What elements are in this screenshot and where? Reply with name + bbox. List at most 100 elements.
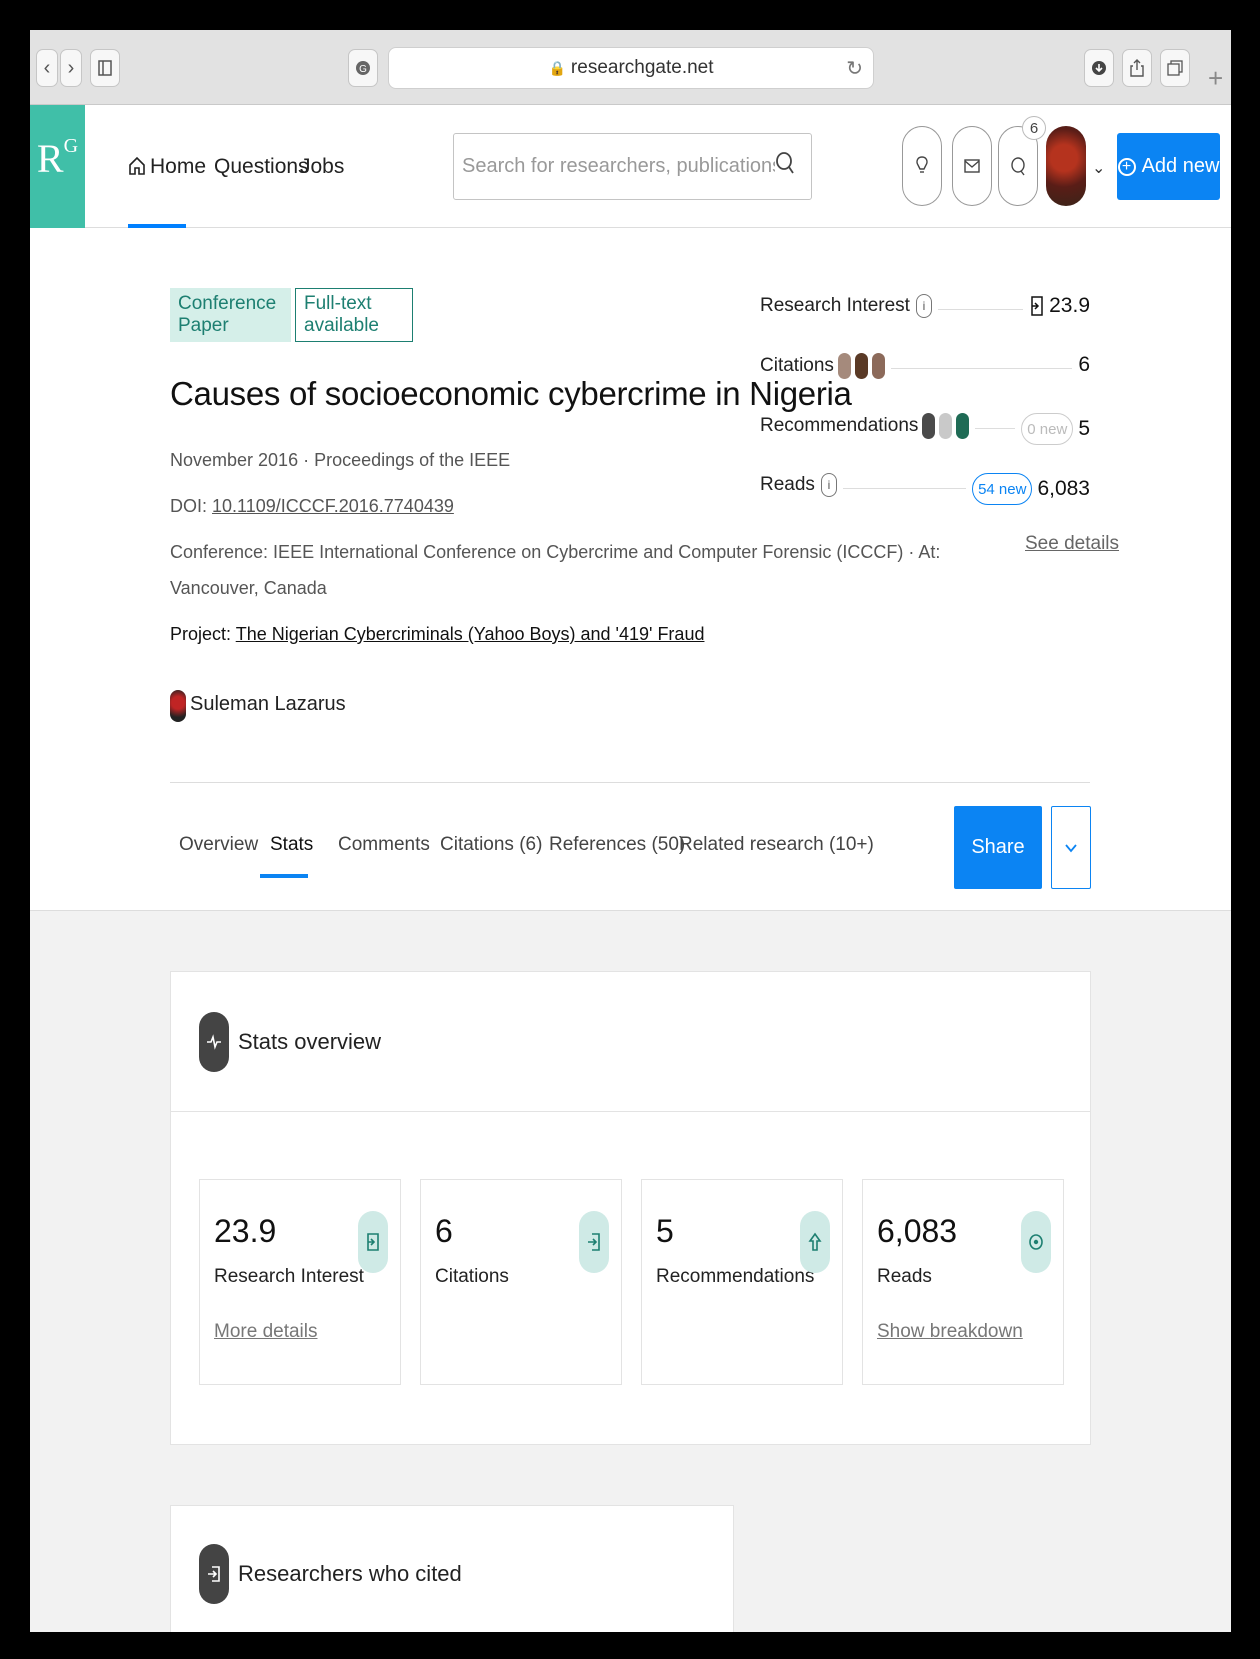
new-tab-icon[interactable]: + <box>1208 63 1223 94</box>
messages-icon[interactable] <box>952 126 992 206</box>
citations-label: Citations <box>760 355 834 377</box>
nav-home-label: Home <box>150 155 207 178</box>
download-icon[interactable] <box>1084 49 1114 87</box>
research-interest-label: Research Interest <box>760 295 910 317</box>
forward-icon[interactable]: › <box>60 49 82 87</box>
publication-doi: DOI: 10.1109/ICCCF.2016.7740439 <box>170 496 454 517</box>
stat-citations: Citations 6 <box>760 353 1090 383</box>
info-icon[interactable]: i <box>915 294 932 318</box>
researchers-who-cited-card: Researchers who cited <box>170 1505 734 1632</box>
stat-value: 6 <box>1072 353 1090 377</box>
svg-text:G: G <box>359 64 367 75</box>
tab-stats[interactable]: Stats <box>270 834 313 856</box>
researchgate-logo[interactable]: RG <box>30 105 85 228</box>
doi-link[interactable]: 10.1109/ICCCF.2016.7740439 <box>212 496 454 516</box>
plus-circle-icon: + <box>1117 157 1136 176</box>
add-new-label: Add new <box>1141 155 1220 177</box>
metric-label: Citations <box>435 1266 509 1287</box>
stat-value: 23.9 <box>1023 294 1090 318</box>
metric-research-interest: 23.9 Research Interest More details <box>199 1179 401 1385</box>
metric-citations: 6 Citations <box>420 1179 622 1385</box>
research-interest-icon <box>358 1211 388 1273</box>
section-divider <box>170 782 1090 783</box>
citer-avatar[interactable] <box>871 353 885 379</box>
tab-citations[interactable]: Citations (6) <box>440 834 542 856</box>
add-new-button[interactable]: + Add new <box>1117 133 1220 200</box>
project-prefix: Project: <box>170 624 236 644</box>
see-details-link[interactable]: See details <box>1025 533 1119 555</box>
stats-section: Stats overview 23.9 Research Interest Mo… <box>30 910 1231 1632</box>
activity-icon <box>199 1012 229 1072</box>
nav-questions[interactable]: Questions <box>214 155 309 179</box>
stat-value: 0 new 5 <box>1015 413 1090 445</box>
more-details-link[interactable]: More details <box>214 1321 318 1343</box>
logo-sup: G <box>63 135 79 157</box>
notification-badge: 6 <box>1022 116 1046 140</box>
nav-home[interactable]: Home <box>128 155 206 179</box>
browser-toolbar: ‹ › G 🔒 researchgate.net ↻ + <box>30 30 1231 105</box>
nav-jobs[interactable]: Jobs <box>300 155 344 179</box>
stat-label: Citations <box>760 353 891 379</box>
share-page-icon[interactable] <box>1122 49 1152 87</box>
url-text: researchgate.net <box>570 57 714 78</box>
search-icon[interactable] <box>775 151 795 182</box>
stat-label: Recommendations <box>760 413 976 439</box>
tab-references[interactable]: References (50) <box>549 834 685 856</box>
browser-window: ‹ › G 🔒 researchgate.net ↻ + RG Home Que… <box>30 30 1231 1632</box>
tab-related-research[interactable]: Related research (10+) <box>679 834 874 856</box>
url-bar[interactable]: 🔒 researchgate.net ↻ <box>388 47 874 89</box>
chevron-down-icon <box>1065 843 1077 852</box>
lock-icon: 🔒 <box>548 59 566 76</box>
sidebar-toggle-icon[interactable] <box>90 49 120 87</box>
recommendations-value: 5 <box>1078 417 1090 440</box>
reload-icon[interactable]: ↻ <box>846 56 863 81</box>
author-name[interactable]: Suleman Lazarus <box>190 693 346 716</box>
search-input[interactable] <box>462 155 775 178</box>
lightbulb-icon[interactable] <box>902 126 942 206</box>
citer-avatar[interactable] <box>854 353 868 379</box>
fulltext-badge[interactable]: Full-text available <box>295 288 413 342</box>
share-button[interactable]: Share <box>954 806 1042 889</box>
tab-overview[interactable]: Overview <box>179 834 258 856</box>
metric-recommendations: 5 Recommendations <box>641 1179 843 1385</box>
metric-label: Recommendations <box>656 1266 815 1287</box>
tabs-overview-icon[interactable] <box>1160 49 1190 87</box>
chevron-down-icon[interactable]: ⌄ <box>1092 158 1105 178</box>
recommender-avatar[interactable] <box>922 413 936 439</box>
metric-label: Research Interest <box>214 1266 364 1287</box>
eye-icon <box>1021 1211 1051 1273</box>
metric-value: 5 <box>656 1213 674 1249</box>
show-breakdown-link[interactable]: Show breakdown <box>877 1321 1023 1343</box>
author-avatar[interactable] <box>170 690 186 722</box>
research-interest-value: 23.9 <box>1049 294 1090 317</box>
back-icon[interactable]: ‹ <box>36 49 58 87</box>
doi-prefix: DOI: <box>170 496 213 516</box>
info-icon[interactable]: i <box>820 473 837 497</box>
recommender-avatar[interactable] <box>956 413 970 439</box>
project-link[interactable]: The Nigerian Cybercriminals (Yahoo Boys)… <box>236 624 705 644</box>
recommendations-label: Recommendations <box>760 415 919 437</box>
stat-value: 54 new 6,083 <box>966 473 1090 505</box>
extension-icon[interactable]: G <box>348 49 378 87</box>
tab-comments[interactable]: Comments <box>338 834 430 856</box>
publication-type-badge: Conference Paper <box>170 288 291 342</box>
stats-overview-card: Stats overview 23.9 Research Interest Mo… <box>170 971 1091 1445</box>
recommendations-new-badge: 0 new <box>1021 413 1074 445</box>
card-divider <box>171 1111 1090 1112</box>
reads-label: Reads <box>760 474 815 496</box>
stat-research-interest: Research Interest i 23.9 <box>760 294 1090 324</box>
metric-reads: 6,083 Reads Show breakdown <box>862 1179 1064 1385</box>
logo-letter: R <box>36 136 64 181</box>
conference-line-1: Conference: IEEE International Conferenc… <box>170 542 941 562</box>
nav-active-indicator <box>128 224 186 228</box>
publication-date-journal: November 2016 · Proceedings of the IEEE <box>170 450 511 470</box>
user-avatar[interactable] <box>1046 126 1086 206</box>
metric-value: 6,083 <box>877 1213 958 1249</box>
stat-reads: Reads i 54 new 6,083 <box>760 473 1090 505</box>
share-dropdown-button[interactable] <box>1051 806 1091 889</box>
recommender-avatar[interactable] <box>939 413 953 439</box>
tab-active-indicator <box>260 874 308 878</box>
citer-avatar[interactable] <box>837 353 851 379</box>
search-box <box>453 133 812 200</box>
home-icon <box>129 156 145 175</box>
